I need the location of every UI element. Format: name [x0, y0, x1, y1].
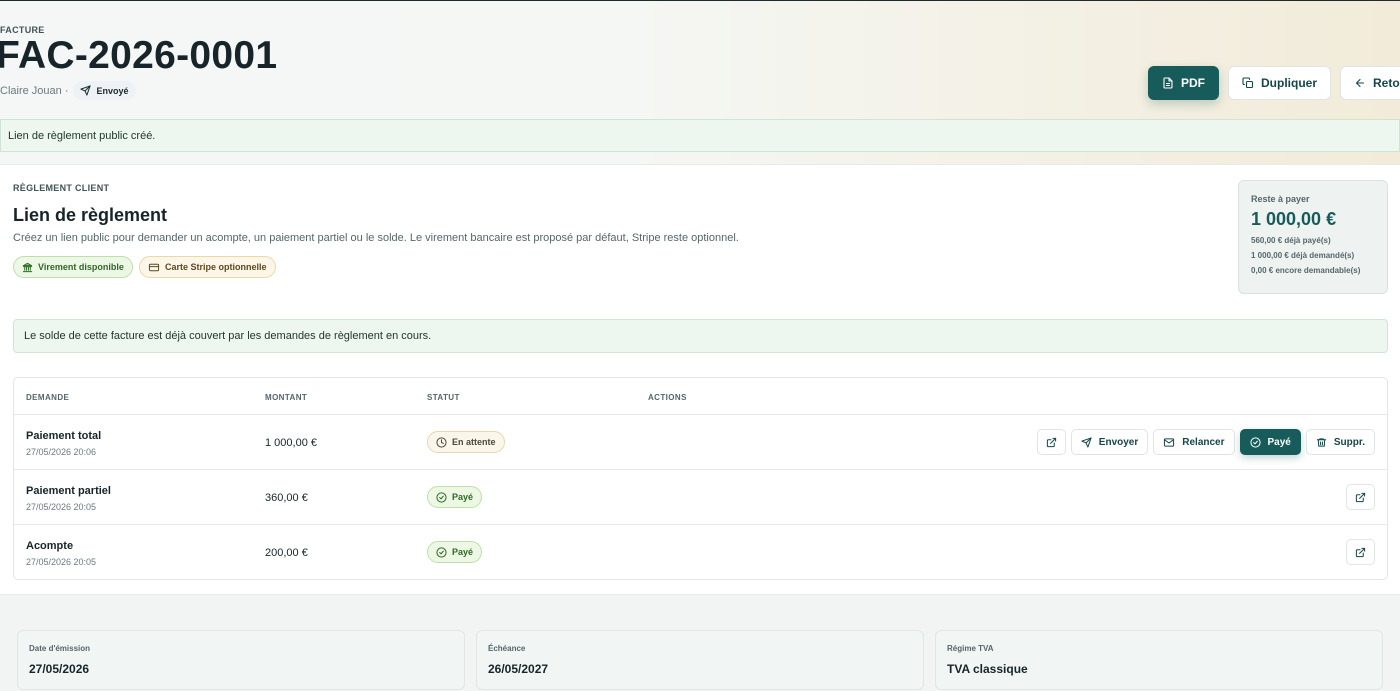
bank-transfer-chip-label: Virement disponible [38, 262, 124, 272]
stripe-card-chip-label: Carte Stripe optionnelle [165, 262, 267, 272]
balance-summary: Reste à payer 1 000,00 € 560,00 € déjà p… [1238, 180, 1388, 294]
invoice-number: FAC-2026-0001 [0, 34, 278, 77]
stripe-card-chip: Carte Stripe optionnelle [139, 256, 276, 278]
paper-plane-icon [1081, 436, 1092, 448]
table-row: Paiement partiel 27/05/2026 20:05 360,00… [14, 469, 1387, 524]
issue-date-value: 27/05/2026 [29, 662, 90, 676]
section-title: Lien de règlement [13, 205, 168, 225]
credit-card-icon [148, 262, 160, 273]
row-actions [1346, 539, 1375, 565]
request-title: Acompte [26, 540, 74, 552]
column-header-amount: MONTANT [265, 393, 308, 402]
table-row: Paiement total 27/05/2026 20:06 1 000,00… [14, 414, 1387, 469]
bank-icon [22, 262, 33, 273]
vat-regime-card: Régime TVA TVA classique [935, 630, 1383, 690]
balance-label: Reste à payer [1251, 194, 1310, 204]
delete-button-label: Suppr. [1333, 436, 1365, 448]
payment-requests-table: DEMANDE MONTANT STATUT ACTIONS Paiement … [13, 377, 1388, 580]
send-button-label: Envoyer [1098, 436, 1139, 448]
remind-button[interactable]: Relancer [1153, 429, 1235, 455]
paper-plane-icon [80, 85, 92, 96]
open-link-button[interactable] [1346, 539, 1375, 565]
check-circle-icon [436, 546, 447, 558]
check-circle-icon [1249, 436, 1261, 448]
section-description: Créez un lien public pour demander un ac… [13, 232, 739, 244]
row-actions [1346, 484, 1375, 510]
send-button[interactable]: Envoyer [1070, 429, 1149, 455]
issue-date-label: Date d'émission [29, 644, 91, 653]
request-date: 27/05/2026 20:05 [26, 557, 97, 567]
request-amount: 1 000,00 € [265, 437, 317, 449]
column-header-actions: ACTIONS [648, 393, 687, 402]
duplicate-button-label: Dupliquer [1261, 76, 1317, 90]
mark-paid-button[interactable]: Payé [1239, 429, 1301, 455]
due-date-label: Échéance [488, 644, 526, 653]
duplicate-button[interactable]: Dupliquer [1228, 66, 1331, 100]
status-badge: Payé [427, 541, 483, 563]
amount-paid: 560,00 € déjà payé(s) [1251, 236, 1331, 245]
status-badge: En attente [427, 431, 505, 453]
status-label: Payé [452, 492, 474, 502]
amount-still-requestable: 0,00 € encore demandable(s) [1251, 266, 1361, 275]
client-name: Claire Jouan · [0, 84, 69, 97]
invoice-meta: Claire Jouan · Envoyé [0, 81, 136, 100]
trash-icon [1316, 437, 1327, 448]
pdf-button-label: PDF [1181, 76, 1205, 90]
vat-regime-label: Régime TVA [947, 644, 994, 653]
request-date: 27/05/2026 20:05 [26, 502, 97, 512]
request-amount: 200,00 € [265, 547, 308, 559]
status-badge: Payé [427, 486, 483, 508]
invoice-status-label: Envoyé [96, 85, 129, 96]
amount-requested: 1 000,00 € déjà demandé(s) [1251, 251, 1355, 260]
payment-link-created-notice: Lien de règlement public créé. [0, 119, 1400, 152]
external-link-icon [1355, 547, 1366, 558]
bank-transfer-chip: Virement disponible [13, 256, 133, 278]
copy-icon [1242, 77, 1254, 89]
table-row: Acompte 27/05/2026 20:05 200,00 € Payé [14, 524, 1387, 579]
remind-button-label: Relancer [1182, 436, 1225, 448]
request-amount: 360,00 € [265, 492, 308, 504]
mark-paid-button-label: Payé [1267, 436, 1291, 448]
file-icon [1162, 77, 1174, 89]
invoice-status-badge: Envoyé [73, 81, 136, 100]
request-title: Paiement total [26, 430, 102, 442]
check-circle-icon [436, 491, 447, 503]
column-header-status: STATUT [427, 393, 460, 402]
header-actions: PDF Dupliquer Retour [1148, 66, 1400, 100]
open-link-button[interactable] [1346, 484, 1375, 510]
balance-covered-notice: Le solde de cette facture est déjà couve… [13, 319, 1388, 353]
external-link-icon [1355, 492, 1366, 503]
row-actions: Envoyer Relancer Payé Suppr. [1036, 429, 1375, 455]
column-header-request: DEMANDE [26, 393, 70, 402]
status-label: Payé [452, 547, 474, 557]
pdf-button[interactable]: PDF [1148, 66, 1219, 100]
back-button-label: Retour [1373, 76, 1400, 90]
mail-icon [1163, 437, 1175, 448]
clock-icon [436, 436, 447, 448]
balance-amount: 1 000,00 € [1251, 209, 1337, 229]
due-date-card: Échéance 26/05/2027 [476, 630, 924, 690]
external-link-icon [1046, 437, 1057, 448]
due-date-value: 26/05/2027 [488, 662, 549, 676]
request-date: 27/05/2026 20:06 [26, 447, 97, 457]
status-label: En attente [452, 437, 496, 447]
arrow-left-icon [1354, 77, 1366, 89]
section-label: RÈGLEMENT CLIENT [13, 183, 110, 193]
open-link-button[interactable] [1036, 429, 1066, 455]
request-title: Paiement partiel [26, 485, 111, 497]
back-button[interactable]: Retour [1340, 66, 1400, 100]
vat-regime-value: TVA classique [947, 662, 1028, 676]
delete-button[interactable]: Suppr. [1305, 429, 1375, 455]
issue-date-card: Date d'émission 27/05/2026 [17, 630, 465, 690]
